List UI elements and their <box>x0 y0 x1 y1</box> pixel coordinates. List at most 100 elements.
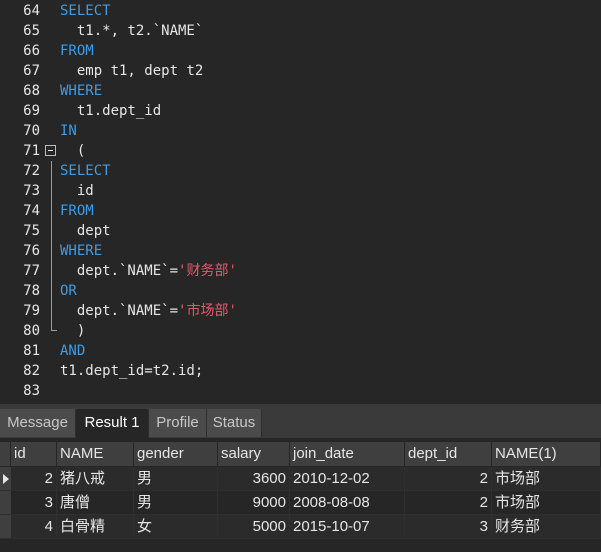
tab-message[interactable]: Message <box>0 409 76 437</box>
sql-text: dept <box>60 223 111 239</box>
table-row[interactable]: 2 猪八戒 男 3600 2010-12-02 2 市场部 <box>0 467 601 491</box>
cell-id[interactable]: 3 <box>11 491 57 515</box>
sql-text: ) <box>60 323 86 339</box>
cell-gender[interactable]: 男 <box>134 467 218 491</box>
row-indicator[interactable] <box>0 467 11 491</box>
cell-salary[interactable]: 5000 <box>218 515 290 539</box>
cell-salary[interactable]: 9000 <box>218 491 290 515</box>
code-text[interactable]: AND <box>60 341 85 361</box>
column-header-dept-id[interactable]: dept_id <box>405 442 492 466</box>
cell-gender[interactable]: 男 <box>134 491 218 515</box>
line-number: 66 <box>23 43 40 59</box>
code-line[interactable]: 73 id <box>0 181 601 201</box>
code-line[interactable]: 65 t1.*, t2.`NAME` <box>0 21 601 41</box>
cell-name[interactable]: 唐僧 <box>57 491 134 515</box>
code-text[interactable]: t1.*, t2.`NAME` <box>60 21 203 41</box>
sql-text: emp t1, dept t2 <box>60 63 204 79</box>
code-text[interactable]: WHERE <box>60 241 102 261</box>
sql-keyword: WHERE <box>60 243 103 259</box>
code-text[interactable]: id <box>60 181 94 201</box>
line-number: 71 <box>23 143 40 159</box>
cell-name-1[interactable]: 财务部 <box>492 515 601 539</box>
column-header-gender[interactable]: gender <box>134 442 218 466</box>
row-indicator[interactable] <box>0 491 11 515</box>
sql-editor[interactable]: 64 SELECT 65 t1.*, t2.`NAME` 66 FROM 67 emp t… <box>0 0 601 404</box>
code-line[interactable]: 74 FROM <box>0 201 601 221</box>
fold-guide-line <box>51 161 52 331</box>
code-line[interactable]: 68 WHERE <box>0 81 601 101</box>
code-text[interactable]: dept.`NAME`='财务部' <box>60 261 237 281</box>
cell-id[interactable]: 4 <box>11 515 57 539</box>
sql-text: dept.`NAME`= <box>60 263 179 279</box>
cell-join-date[interactable]: 2008-08-08 <box>290 491 405 515</box>
code-line[interactable]: 66 FROM <box>0 41 601 61</box>
line-number: 73 <box>23 183 40 199</box>
code-text[interactable]: IN <box>60 121 77 141</box>
code-line[interactable]: 79 dept.`NAME`='市场部' <box>0 301 601 321</box>
code-line[interactable]: 83 <box>0 381 601 401</box>
line-number: 72 <box>23 163 40 179</box>
column-header-name-1[interactable]: NAME(1) <box>492 442 601 466</box>
line-number: 83 <box>23 383 40 399</box>
sql-keyword: SELECT <box>60 163 111 179</box>
cell-name[interactable]: 白骨精 <box>57 515 134 539</box>
sql-keyword: OR <box>60 283 77 299</box>
tab-profile[interactable]: Profile <box>149 409 207 437</box>
code-text[interactable]: ( <box>60 141 85 161</box>
code-text[interactable]: ) <box>60 321 85 341</box>
code-line[interactable]: 64 SELECT <box>0 1 601 21</box>
table-row[interactable]: 4 白骨精 女 5000 2015-10-07 3 财务部 <box>0 515 601 539</box>
sql-text: id <box>60 183 94 199</box>
fold-toggle-icon[interactable] <box>45 145 56 156</box>
cell-name[interactable]: 猪八戒 <box>57 467 134 491</box>
code-text[interactable]: FROM <box>60 41 94 61</box>
result-grid[interactable]: id NAME gender salary join_date dept_id … <box>0 438 601 552</box>
cell-name-1[interactable]: 市场部 <box>492 467 601 491</box>
code-text[interactable]: SELECT <box>60 161 111 181</box>
table-row[interactable]: 3 唐僧 男 9000 2008-08-08 2 市场部 <box>0 491 601 515</box>
column-header-id[interactable]: id <box>11 442 57 466</box>
tab-result-1[interactable]: Result 1 <box>76 409 149 438</box>
code-text[interactable]: OR <box>60 281 77 301</box>
code-text[interactable]: WHERE <box>60 81 102 101</box>
code-text[interactable]: emp t1, dept t2 <box>60 61 203 81</box>
line-number: 75 <box>23 223 40 239</box>
column-header-name[interactable]: NAME <box>57 442 134 466</box>
code-text[interactable]: dept.`NAME`='市场部' <box>60 301 237 321</box>
code-line[interactable]: 80 ) <box>0 321 601 341</box>
cell-name-1[interactable]: 市场部 <box>492 491 601 515</box>
code-text[interactable]: SELECT <box>60 1 111 21</box>
code-line[interactable]: 76 WHERE <box>0 241 601 261</box>
code-line[interactable]: 78 OR <box>0 281 601 301</box>
line-number: 79 <box>23 303 40 319</box>
code-text[interactable]: FROM <box>60 201 94 221</box>
code-text[interactable]: t1.dept_id=t2.id; <box>60 361 203 381</box>
code-line[interactable]: 71 ( <box>0 141 601 161</box>
code-text[interactable]: dept <box>60 221 111 241</box>
column-header-salary[interactable]: salary <box>218 442 290 466</box>
code-line[interactable]: 70 IN <box>0 121 601 141</box>
code-line[interactable]: 72 SELECT <box>0 161 601 181</box>
cell-dept-id[interactable]: 2 <box>405 491 492 515</box>
code-line[interactable]: 81 AND <box>0 341 601 361</box>
code-line[interactable]: 75 dept <box>0 221 601 241</box>
cell-dept-id[interactable]: 2 <box>405 467 492 491</box>
cell-dept-id[interactable]: 3 <box>405 515 492 539</box>
column-header-join-date[interactable]: join_date <box>290 442 405 466</box>
cell-join-date[interactable]: 2010-12-02 <box>290 467 405 491</box>
cell-salary[interactable]: 3600 <box>218 467 290 491</box>
code-line[interactable]: 77 dept.`NAME`='财务部' <box>0 261 601 281</box>
sql-string: '市场部' <box>178 303 237 319</box>
cell-gender[interactable]: 女 <box>134 515 218 539</box>
code-line[interactable]: 67 emp t1, dept t2 <box>0 61 601 81</box>
code-line[interactable]: 69 t1.dept_id <box>0 101 601 121</box>
tab-status[interactable]: Status <box>207 409 262 437</box>
line-number: 82 <box>23 363 40 379</box>
sql-text: t1.dept_id <box>60 103 162 119</box>
code-text[interactable]: t1.dept_id <box>60 101 161 121</box>
row-indicator[interactable] <box>0 515 11 539</box>
cell-join-date[interactable]: 2015-10-07 <box>290 515 405 539</box>
sql-keyword: AND <box>60 343 86 359</box>
cell-id[interactable]: 2 <box>11 467 57 491</box>
code-line[interactable]: 82 t1.dept_id=t2.id; <box>0 361 601 381</box>
